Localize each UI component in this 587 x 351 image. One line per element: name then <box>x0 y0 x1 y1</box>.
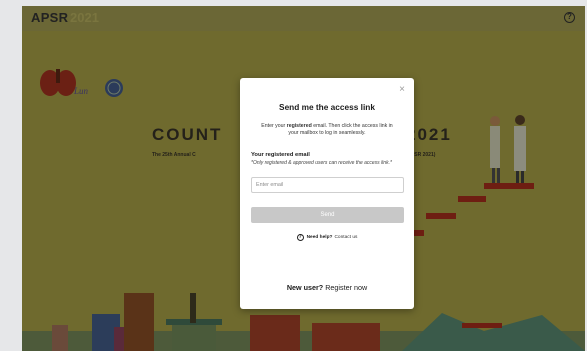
intro-pre: Enter your <box>261 123 287 129</box>
app-logo[interactable]: APSR <box>31 10 68 25</box>
email-input[interactable] <box>251 177 404 193</box>
svg-text:Lun: Lun <box>73 86 89 96</box>
question-circle-icon: ? <box>296 234 304 241</box>
page-backdrop: APSR 2021 ? Lun COUNT 2021 The 25th Annu… <box>0 0 587 351</box>
send-button[interactable]: Send <box>251 207 404 223</box>
new-user-text: New user? <box>286 283 324 292</box>
subline-left: The 25th Annual C <box>152 152 196 158</box>
close-icon[interactable]: × <box>399 84 405 95</box>
headline-left: COUNT <box>152 125 222 144</box>
app-logo-year: 2021 <box>70 10 99 25</box>
intro-bold: registered <box>286 123 312 129</box>
email-label: Your registered email <box>251 152 310 158</box>
access-link-dialog: × Send me the access link Enter your reg… <box>240 78 414 309</box>
dialog-title: Send me the access link <box>279 102 375 112</box>
top-bar: APSR 2021 ? <box>22 6 585 31</box>
register-now-link[interactable]: Register now <box>325 283 367 292</box>
help-row: ? Need help? Contact us <box>240 234 414 241</box>
email-note: *Only registered & approved users can re… <box>251 160 392 166</box>
dialog-instructions: Enter your registered email. Then click … <box>258 123 396 137</box>
contact-us-link[interactable]: Contact us <box>334 235 357 240</box>
need-help-text: Need help? <box>306 235 333 240</box>
help-icon[interactable]: ? <box>564 12 575 23</box>
app-window: APSR 2021 ? Lun COUNT 2021 The 25th Annu… <box>22 6 585 351</box>
register-row: New user? Register now <box>240 283 414 292</box>
